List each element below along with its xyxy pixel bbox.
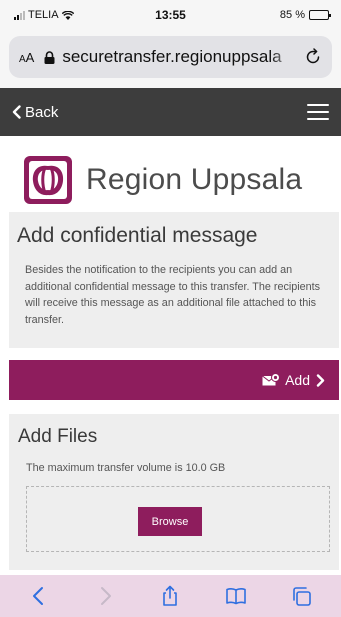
reload-icon[interactable] xyxy=(304,48,322,66)
forward-icon[interactable] xyxy=(92,583,118,609)
battery-percent: 85 % xyxy=(279,9,305,21)
browser-toolbar xyxy=(0,575,341,617)
confidential-message-title: Add confidential message xyxy=(17,224,258,247)
add-label: Add xyxy=(285,372,310,388)
top-navigation: Back xyxy=(0,88,341,136)
chevron-left-icon xyxy=(12,105,21,119)
back-button[interactable]: Back xyxy=(12,104,58,121)
address-bar[interactable]: AA securetransfer.regionuppsala xyxy=(9,36,332,78)
max-volume-text: The maximum transfer volume is 10.0 GB xyxy=(26,462,226,474)
region-uppsala-logo: Region Uppsala xyxy=(22,153,322,207)
tabs-icon[interactable] xyxy=(289,583,315,609)
hamburger-menu-icon[interactable] xyxy=(307,104,329,120)
add-confidential-message-button[interactable]: Add xyxy=(9,360,339,400)
lock-icon xyxy=(44,50,55,64)
add-files-title: Add Files xyxy=(18,426,98,447)
browse-button[interactable]: Browse xyxy=(138,507,202,536)
chevron-right-icon xyxy=(316,373,325,387)
status-bar: TELIA 13:55 85 % xyxy=(0,0,341,30)
text-size-button[interactable]: AA xyxy=(19,50,34,65)
logo-text: Region Uppsala xyxy=(86,163,303,196)
battery-icon xyxy=(309,10,331,20)
browser-address-area: AA securetransfer.regionuppsala xyxy=(0,30,341,88)
confidential-message-section: Add confidential message Besides the not… xyxy=(9,212,339,348)
region-uppsala-emblem xyxy=(24,156,72,204)
status-right: 85 % xyxy=(279,9,331,21)
bookmarks-icon[interactable] xyxy=(223,583,249,609)
confidential-message-description: Besides the notification to the recipien… xyxy=(25,264,321,326)
back-icon[interactable] xyxy=(26,583,52,609)
url-text[interactable]: securetransfer.regionuppsala xyxy=(62,47,298,67)
share-icon[interactable] xyxy=(157,583,183,609)
add-files-section: Add Files The maximum transfer volume is… xyxy=(9,414,339,570)
back-label: Back xyxy=(25,103,59,121)
envelope-lock-icon xyxy=(262,373,281,386)
